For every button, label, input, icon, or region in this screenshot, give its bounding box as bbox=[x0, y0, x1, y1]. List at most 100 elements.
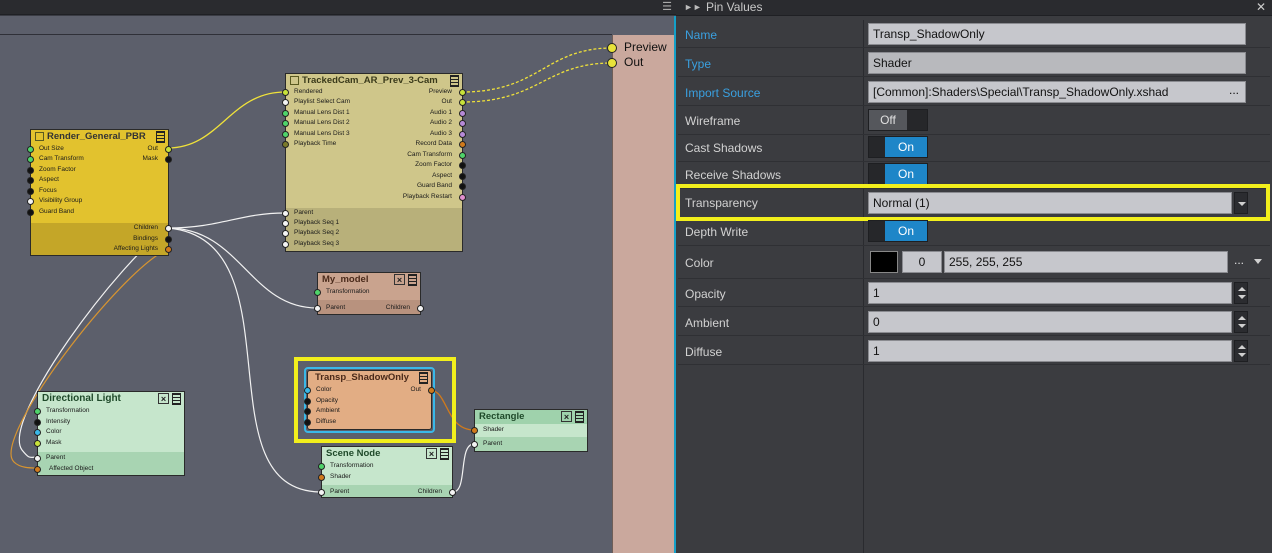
ambient-field[interactable]: 0 bbox=[868, 311, 1232, 333]
pin-ambient[interactable] bbox=[304, 408, 311, 415]
pin-playback-restart[interactable] bbox=[459, 194, 466, 201]
pin-intensity[interactable] bbox=[34, 419, 41, 426]
ambient-spinner[interactable] bbox=[1234, 311, 1248, 333]
import-source-field[interactable]: [Common]:Shaders\Special\Transp_ShadowOn… bbox=[868, 81, 1246, 103]
pin-preview[interactable] bbox=[459, 89, 466, 96]
pin-lens-dist-3[interactable] bbox=[282, 131, 289, 138]
pin-cam-transform[interactable] bbox=[27, 156, 34, 163]
alpha-field[interactable]: 0 bbox=[902, 251, 942, 273]
pin-affected-object[interactable] bbox=[34, 466, 41, 473]
pin-rendered[interactable] bbox=[282, 89, 289, 96]
diffuse-field[interactable]: 1 bbox=[868, 340, 1232, 362]
color-options-button[interactable]: ... bbox=[1230, 252, 1248, 272]
pin-shader[interactable] bbox=[318, 474, 325, 481]
pin-children[interactable] bbox=[417, 305, 424, 312]
node-render-general-pbr[interactable]: Render_General_PBR Out Size Cam Transfor… bbox=[27, 129, 172, 256]
pin-audio-1[interactable] bbox=[459, 110, 466, 117]
pin-lens-dist-1[interactable] bbox=[282, 110, 289, 117]
menu-stack-icon[interactable] bbox=[172, 393, 181, 405]
pin-playlist-select[interactable] bbox=[282, 99, 289, 106]
menu-stack-icon[interactable] bbox=[575, 411, 584, 423]
color-swatch[interactable] bbox=[870, 251, 898, 273]
opacity-spinner[interactable] bbox=[1234, 282, 1248, 304]
pin-children[interactable] bbox=[449, 489, 456, 496]
pin-diffuse[interactable] bbox=[304, 419, 311, 426]
menu-stack-icon[interactable] bbox=[408, 274, 417, 286]
pin-out-size[interactable] bbox=[27, 146, 34, 153]
menu-stack-icon[interactable] bbox=[419, 372, 428, 384]
pin-playback-time[interactable] bbox=[282, 141, 289, 148]
output-pin-out[interactable] bbox=[607, 58, 617, 68]
toggle-state: On bbox=[885, 164, 927, 184]
pin-label: Shader bbox=[483, 426, 504, 433]
pin-audio-2[interactable] bbox=[459, 120, 466, 127]
pin-aspect[interactable] bbox=[459, 173, 466, 180]
opacity-field[interactable]: 1 bbox=[868, 282, 1232, 304]
pin-out[interactable] bbox=[428, 387, 435, 394]
pin-label: Parent bbox=[330, 488, 350, 495]
rgb-field[interactable]: 255, 255, 255 bbox=[944, 251, 1228, 273]
node-graph-canvas[interactable]: ☰ Preview Out Render_General_PBR Out Siz… bbox=[0, 0, 676, 553]
pin-visibility-group[interactable] bbox=[27, 198, 34, 205]
close-icon[interactable]: × bbox=[561, 411, 572, 422]
pin-label: Color bbox=[46, 428, 62, 435]
pin-playback-seq-2[interactable] bbox=[282, 230, 289, 237]
pin-zoom-factor[interactable] bbox=[27, 167, 34, 174]
node-transp-shadowonly[interactable]: Transp_ShadowOnly Color Opacity Ambient … bbox=[304, 370, 435, 430]
node-directional-light[interactable]: Directional Light × Transformation Inten… bbox=[34, 391, 185, 476]
diffuse-spinner[interactable] bbox=[1234, 340, 1248, 362]
pin-playback-seq-3[interactable] bbox=[282, 241, 289, 248]
close-icon[interactable]: × bbox=[158, 393, 169, 404]
name-field[interactable]: Transp_ShadowOnly bbox=[868, 23, 1246, 45]
pin-bindings[interactable] bbox=[165, 236, 172, 243]
pin-zoom-factor[interactable] bbox=[459, 162, 466, 169]
node-scene-node[interactable]: Scene Node × Transformation Shader Paren… bbox=[318, 446, 456, 498]
menu-stack-icon[interactable] bbox=[156, 131, 165, 143]
pin-out[interactable] bbox=[165, 146, 172, 153]
pin-parent[interactable] bbox=[314, 305, 321, 312]
pin-parent[interactable] bbox=[318, 489, 325, 496]
pin-focus[interactable] bbox=[27, 188, 34, 195]
edit-icon[interactable] bbox=[290, 76, 299, 85]
pin-parent[interactable] bbox=[282, 210, 289, 217]
pin-transformation[interactable] bbox=[318, 463, 325, 470]
pin-lens-dist-2[interactable] bbox=[282, 120, 289, 127]
pin-children[interactable] bbox=[165, 225, 172, 232]
pin-playback-seq-1[interactable] bbox=[282, 220, 289, 227]
depth-write-toggle[interactable]: On bbox=[868, 220, 928, 242]
node-trackedcam[interactable]: TrackedCam_AR_Prev_3-Cam Rendered Playli… bbox=[282, 73, 466, 252]
node-rectangle[interactable]: Rectangle × Shader Parent bbox=[471, 409, 588, 452]
collapse-chevron-icon[interactable]: ►► bbox=[684, 0, 702, 15]
edit-icon[interactable] bbox=[35, 132, 44, 141]
pin-parent[interactable] bbox=[34, 455, 41, 462]
close-icon[interactable]: × bbox=[426, 448, 437, 459]
pin-parent[interactable] bbox=[471, 441, 478, 448]
menu-stack-icon[interactable] bbox=[450, 75, 459, 87]
browse-button[interactable]: ... bbox=[1225, 82, 1243, 102]
pin-aspect[interactable] bbox=[27, 177, 34, 184]
pin-affecting-lights[interactable] bbox=[165, 246, 172, 253]
wireframe-toggle[interactable]: Off bbox=[868, 109, 928, 131]
receive-shadows-toggle[interactable]: On bbox=[868, 163, 928, 185]
close-icon[interactable]: ✕ bbox=[1256, 0, 1266, 15]
menu-stack-icon[interactable] bbox=[440, 448, 449, 460]
pin-color[interactable] bbox=[304, 387, 311, 394]
pin-opacity[interactable] bbox=[304, 398, 311, 405]
pin-transformation[interactable] bbox=[314, 289, 321, 296]
node-my-model[interactable]: My_model × Transformation Parent Childre… bbox=[314, 272, 424, 315]
pin-transformation[interactable] bbox=[34, 408, 41, 415]
pin-shader[interactable] bbox=[471, 427, 478, 434]
pin-guard-band[interactable] bbox=[459, 183, 466, 190]
pin-record-data[interactable] bbox=[459, 141, 466, 148]
pin-mask[interactable] bbox=[165, 156, 172, 163]
close-icon[interactable]: × bbox=[394, 274, 405, 285]
pin-cam-transform[interactable] bbox=[459, 152, 466, 159]
pin-out[interactable] bbox=[459, 99, 466, 106]
chevron-down-icon[interactable] bbox=[1254, 259, 1262, 264]
pin-color[interactable] bbox=[34, 429, 41, 436]
pin-guard-band[interactable] bbox=[27, 209, 34, 216]
pin-mask[interactable] bbox=[34, 440, 41, 447]
pin-audio-3[interactable] bbox=[459, 131, 466, 138]
cast-shadows-toggle[interactable]: On bbox=[868, 136, 928, 158]
output-pin-preview[interactable] bbox=[607, 43, 617, 53]
